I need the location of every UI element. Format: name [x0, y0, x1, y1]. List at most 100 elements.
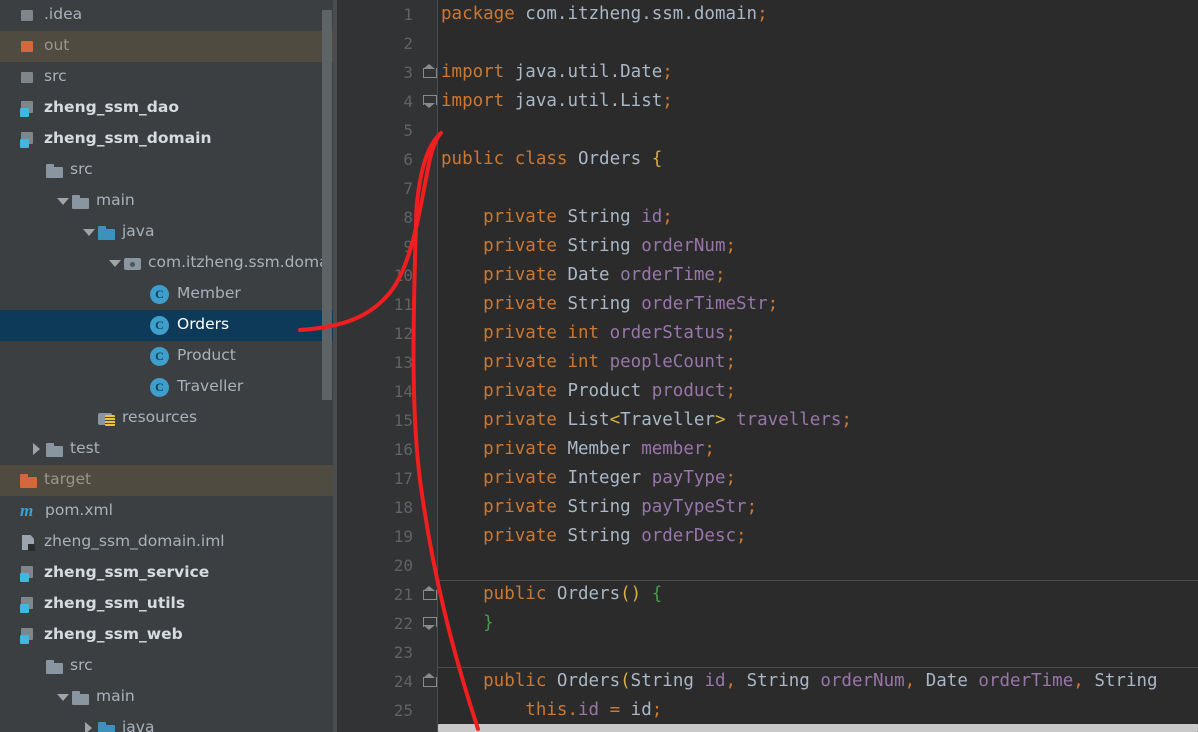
tree-arrow-spacer — [2, 124, 20, 155]
tree-node-label: Member — [177, 284, 241, 303]
java-class-icon: C — [150, 378, 169, 397]
tree-node-out[interactable]: out — [0, 31, 337, 62]
tree-node-target[interactable]: target — [0, 465, 337, 496]
tree-node-src[interactable]: src — [0, 62, 337, 93]
code-line[interactable]: 15 private List<Traveller> travellers; — [337, 406, 1198, 435]
tree-arrow-spacer — [2, 31, 20, 62]
code-token: ; — [725, 381, 737, 401]
horizontal-scrollbar-thumb[interactable] — [438, 724, 1198, 732]
code-fold-marker[interactable] — [423, 95, 437, 108]
code-fold-marker[interactable] — [423, 673, 437, 688]
project-tree[interactable]: .idea out src zheng_ssm_dao zheng_ssm_domain… — [0, 0, 337, 732]
code-line[interactable]: 4 import java.util.List; — [337, 87, 1198, 116]
code-token: { — [651, 584, 663, 604]
tree-node-com-itzheng-ssm-doma[interactable]: com.itzheng.ssm.doma — [0, 248, 337, 279]
tree-node-zheng-ssm-web[interactable]: zheng_ssm_web — [0, 620, 337, 651]
code-token: private — [441, 410, 568, 430]
code-line[interactable]: 3 import java.util.Date; — [337, 58, 1198, 87]
code-line[interactable]: 8 private String id; — [337, 203, 1198, 232]
code-line[interactable]: 24 public Orders(String id, String order… — [337, 667, 1198, 696]
code-token: member — [641, 439, 705, 459]
code-token: com.itzheng.ssm.domain — [525, 4, 758, 24]
project-tool-window[interactable]: .idea out src zheng_ssm_dao zheng_ssm_domain… — [0, 0, 337, 732]
code-line[interactable]: 23 — [337, 638, 1198, 667]
code-line[interactable]: 11 private String orderTimeStr; — [337, 290, 1198, 319]
code-line[interactable]: 10 private Date orderTime; — [337, 261, 1198, 290]
chevron-right-icon[interactable] — [28, 434, 46, 465]
code-token: orderTime — [978, 671, 1074, 691]
code-token: private — [441, 294, 568, 314]
iml-file-icon — [20, 534, 37, 551]
folder-icon — [46, 162, 63, 179]
tree-node-test[interactable]: test — [0, 434, 337, 465]
code-token: payTypeStr — [641, 497, 747, 517]
code-fold-marker[interactable] — [423, 64, 437, 79]
code-token: java.util.Date — [514, 62, 663, 82]
code-line[interactable]: 22 } — [337, 609, 1198, 638]
code-fold-marker[interactable] — [423, 617, 437, 630]
code-line[interactable]: 14 private Product product; — [337, 377, 1198, 406]
code-content[interactable]: 1 package com.itzheng.ssm.domain; 2 3 import… — [337, 0, 1198, 732]
tree-node-resources[interactable]: resources — [0, 403, 337, 434]
tree-node-label: src — [70, 656, 93, 675]
tree-arrow-spacer — [2, 558, 20, 589]
code-text: import java.util.Date; — [438, 58, 673, 87]
tree-node-java[interactable]: java — [0, 713, 337, 732]
tree-node--idea[interactable]: .idea — [0, 0, 337, 31]
maven-icon: m — [20, 501, 34, 520]
chevron-down-icon[interactable] — [54, 682, 72, 713]
tree-node-zheng-ssm-service[interactable]: zheng_ssm_service — [0, 558, 337, 589]
code-line[interactable]: 13 private int peopleCount; — [337, 348, 1198, 377]
code-token: Traveller — [620, 410, 715, 430]
tree-node-zheng-ssm-dao[interactable]: zheng_ssm_dao — [0, 93, 337, 124]
code-line[interactable]: 18 private String payTypeStr; — [337, 493, 1198, 522]
code-fold-marker[interactable] — [423, 586, 437, 601]
code-line[interactable]: 25 this.id = id; — [337, 696, 1198, 725]
folder-icon — [72, 689, 89, 706]
chevron-down-icon[interactable] — [106, 248, 124, 279]
code-line[interactable]: 6 public class Orders { — [337, 145, 1198, 174]
tree-arrow-spacer — [80, 403, 98, 434]
code-line[interactable]: 5 — [337, 116, 1198, 145]
chevron-down-icon[interactable] — [80, 217, 98, 248]
tree-arrow-spacer — [132, 341, 150, 372]
code-line[interactable]: 12 private int orderStatus; — [337, 319, 1198, 348]
module-icon — [20, 565, 37, 582]
tree-node-main[interactable]: main — [0, 682, 337, 713]
tree-node-java[interactable]: java — [0, 217, 337, 248]
code-token: product — [651, 381, 726, 401]
tree-node-zheng-ssm-utils[interactable]: zheng_ssm_utils — [0, 589, 337, 620]
tree-node-label: main — [96, 191, 135, 210]
code-text: private String orderNum; — [438, 232, 736, 261]
sidebar-vertical-scrollbar[interactable] — [322, 10, 332, 400]
code-token: private — [441, 468, 568, 488]
code-line[interactable]: 21 public Orders() { — [337, 580, 1198, 609]
line-number: 8 — [403, 208, 413, 227]
chevron-down-icon[interactable] — [54, 186, 72, 217]
tree-node-zheng-ssm-domain[interactable]: zheng_ssm_domain — [0, 124, 337, 155]
code-line[interactable]: 9 private String orderNum; — [337, 232, 1198, 261]
code-line[interactable]: 1 package com.itzheng.ssm.domain; — [337, 0, 1198, 29]
line-number: 13 — [393, 353, 413, 372]
tree-node-src[interactable]: src — [0, 651, 337, 682]
chevron-right-icon[interactable] — [80, 713, 98, 732]
code-line[interactable]: 16 private Member member; — [337, 435, 1198, 464]
tree-node-product[interactable]: C Product — [0, 341, 337, 372]
code-line[interactable]: 19 private String orderDesc; — [337, 522, 1198, 551]
tree-node-src[interactable]: src — [0, 155, 337, 186]
code-line[interactable]: 20 — [337, 551, 1198, 580]
tree-node-main[interactable]: main — [0, 186, 337, 217]
code-token: ; — [662, 207, 673, 227]
tree-node-member[interactable]: C Member — [0, 279, 337, 310]
tree-node-orders[interactable]: C Orders — [0, 310, 337, 341]
editor-horizontal-scrollbar[interactable] — [438, 723, 1198, 732]
code-editor[interactable]: 1 package com.itzheng.ssm.domain; 2 3 import… — [337, 0, 1198, 732]
tree-node-zheng-ssm-domain-iml[interactable]: zheng_ssm_domain.iml — [0, 527, 337, 558]
code-line[interactable]: 17 private Integer payType; — [337, 464, 1198, 493]
tree-node-pom-xml[interactable]: m pom.xml — [0, 496, 337, 527]
tree-node-traveller[interactable]: C Traveller — [0, 372, 337, 403]
tree-node-label: src — [70, 160, 93, 179]
code-line[interactable]: 7 — [337, 174, 1198, 203]
code-line[interactable]: 2 — [337, 29, 1198, 58]
